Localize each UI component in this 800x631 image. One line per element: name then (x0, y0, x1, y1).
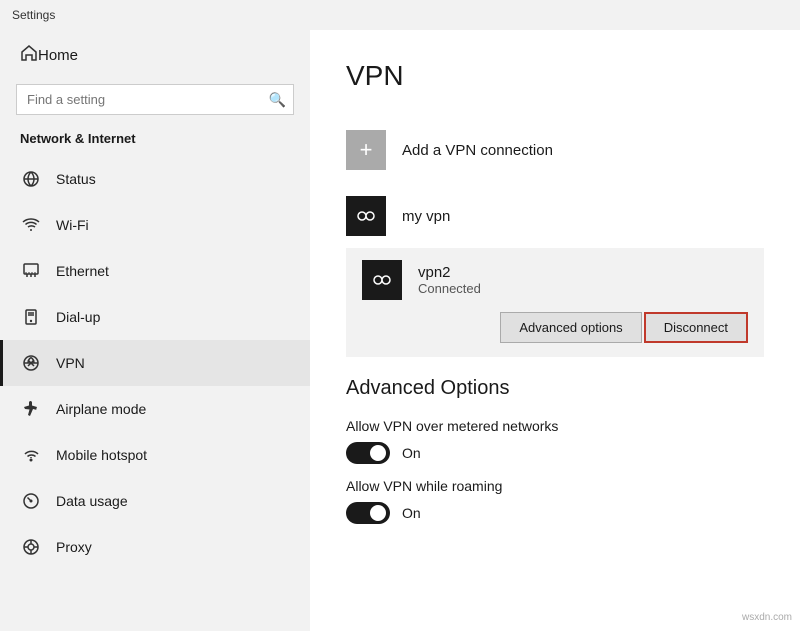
toggle-metered[interactable] (346, 442, 390, 464)
vpn-item-myvpn[interactable]: my vpn (346, 184, 764, 248)
myvpn-info: my vpn (402, 208, 450, 225)
option-roaming-label: Allow VPN while roaming (346, 478, 764, 494)
home-label: Home (38, 47, 78, 64)
sidebar-item-label-wifi: Wi-Fi (56, 217, 89, 233)
vpn2-icon (362, 260, 402, 300)
vpn2-info: vpn2 Connected (418, 264, 481, 296)
sidebar-section-title: Network & Internet (0, 125, 310, 156)
hotspot-icon (20, 444, 42, 466)
sidebar-item-datausage[interactable]: Data usage (0, 478, 310, 524)
ethernet-icon (20, 260, 42, 282)
toggle-roaming[interactable] (346, 502, 390, 524)
sidebar-item-label-hotspot: Mobile hotspot (56, 447, 147, 463)
vpn2-buttons: Advanced options Disconnect (362, 312, 748, 343)
sidebar-item-label-airplane: Airplane mode (56, 401, 146, 417)
add-vpn-label: Add a VPN connection (402, 142, 553, 159)
sidebar-item-wifi[interactable]: Wi-Fi (0, 202, 310, 248)
page-title: VPN (346, 60, 764, 92)
sidebar-item-airplane[interactable]: Airplane mode (0, 386, 310, 432)
advanced-options-button[interactable]: Advanced options (500, 312, 641, 343)
toggle-roaming-state: On (402, 505, 421, 521)
sidebar-item-label-vpn: VPN (56, 355, 85, 371)
advanced-options-section: Advanced Options Allow VPN over metered … (346, 377, 764, 524)
app-title: Settings (12, 8, 55, 22)
option-roaming: Allow VPN while roaming On (346, 478, 764, 524)
vpn2-status: Connected (418, 281, 481, 296)
toggle-roaming-row: On (346, 502, 764, 524)
watermark: wsxdn.com (742, 612, 792, 623)
disconnect-button[interactable]: Disconnect (644, 312, 748, 343)
option-metered-label: Allow VPN over metered networks (346, 418, 764, 434)
home-icon (20, 44, 38, 66)
toggle-metered-row: On (346, 442, 764, 464)
sidebar-item-hotspot[interactable]: Mobile hotspot (0, 432, 310, 478)
search-icon: 🔍 (269, 91, 286, 108)
sidebar-item-vpn[interactable]: VPN (0, 340, 310, 386)
sidebar-item-label-datausage: Data usage (56, 493, 128, 509)
datausage-icon (20, 490, 42, 512)
sidebar-item-dialup[interactable]: Dial-up (0, 294, 310, 340)
airplane-icon (20, 398, 42, 420)
add-vpn-button[interactable]: + Add a VPN connection (346, 116, 764, 184)
sidebar-item-status[interactable]: Status (0, 156, 310, 202)
myvpn-icon (346, 196, 386, 236)
sidebar-item-proxy[interactable]: Proxy (0, 524, 310, 570)
myvpn-name: my vpn (402, 208, 450, 225)
option-metered: Allow VPN over metered networks On (346, 418, 764, 464)
title-bar: Settings (0, 0, 800, 30)
wifi-icon (20, 214, 42, 236)
vpn2-connected-block: vpn2 Connected Advanced options Disconne… (346, 248, 764, 357)
sidebar-item-label-dialup: Dial-up (56, 309, 100, 325)
proxy-icon (20, 536, 42, 558)
vpn2-item[interactable]: vpn2 Connected (362, 260, 748, 300)
advanced-options-title: Advanced Options (346, 377, 764, 400)
sidebar-item-label-proxy: Proxy (56, 539, 92, 555)
dialup-icon (20, 306, 42, 328)
status-icon (20, 168, 42, 190)
sidebar-item-label-ethernet: Ethernet (56, 263, 109, 279)
toggle-metered-state: On (402, 445, 421, 461)
add-vpn-icon: + (346, 130, 386, 170)
sidebar-home-button[interactable]: Home (0, 30, 310, 80)
search-container: 🔍 (16, 84, 294, 115)
vpn2-name: vpn2 (418, 264, 481, 281)
vpn-icon (20, 352, 42, 374)
sidebar: Home 🔍 Network & Internet Status (0, 30, 310, 631)
main-layout: Home 🔍 Network & Internet Status (0, 30, 800, 631)
content-area: VPN + Add a VPN connection my vpn (310, 30, 800, 631)
sidebar-item-ethernet[interactable]: Ethernet (0, 248, 310, 294)
search-input[interactable] (16, 84, 294, 115)
sidebar-item-label-status: Status (56, 171, 96, 187)
vpn-list: + Add a VPN connection my vpn (346, 116, 764, 357)
